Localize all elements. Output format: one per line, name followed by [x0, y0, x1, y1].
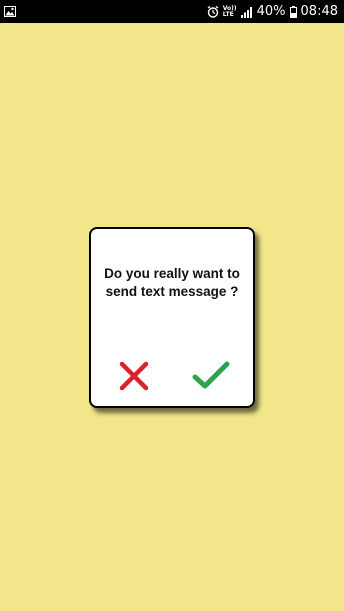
- battery-percent: 40%: [256, 4, 286, 19]
- battery-icon: [289, 5, 297, 18]
- alarm-icon: [207, 5, 219, 18]
- confirm-dialog: Do you really want to send text message …: [89, 227, 255, 408]
- dialog-message: Do you really want to send text message …: [91, 265, 253, 301]
- gallery-notification-icon: [4, 6, 16, 17]
- dialog-message-line-2: send text message ?: [105, 284, 239, 299]
- confirm-button[interactable]: [191, 358, 231, 394]
- check-icon: [192, 361, 230, 391]
- signal-icon: [240, 6, 253, 18]
- lte-label: LTE: [222, 10, 234, 18]
- cancel-button[interactable]: [114, 358, 154, 394]
- status-bar: Vo)) LTE 40% 08:48: [0, 0, 344, 23]
- clock: 08:48: [300, 4, 338, 19]
- dialog-message-line-1: Do you really want to: [104, 266, 240, 281]
- volte-indicator: Vo)) LTE: [222, 5, 237, 18]
- close-icon: [119, 361, 149, 391]
